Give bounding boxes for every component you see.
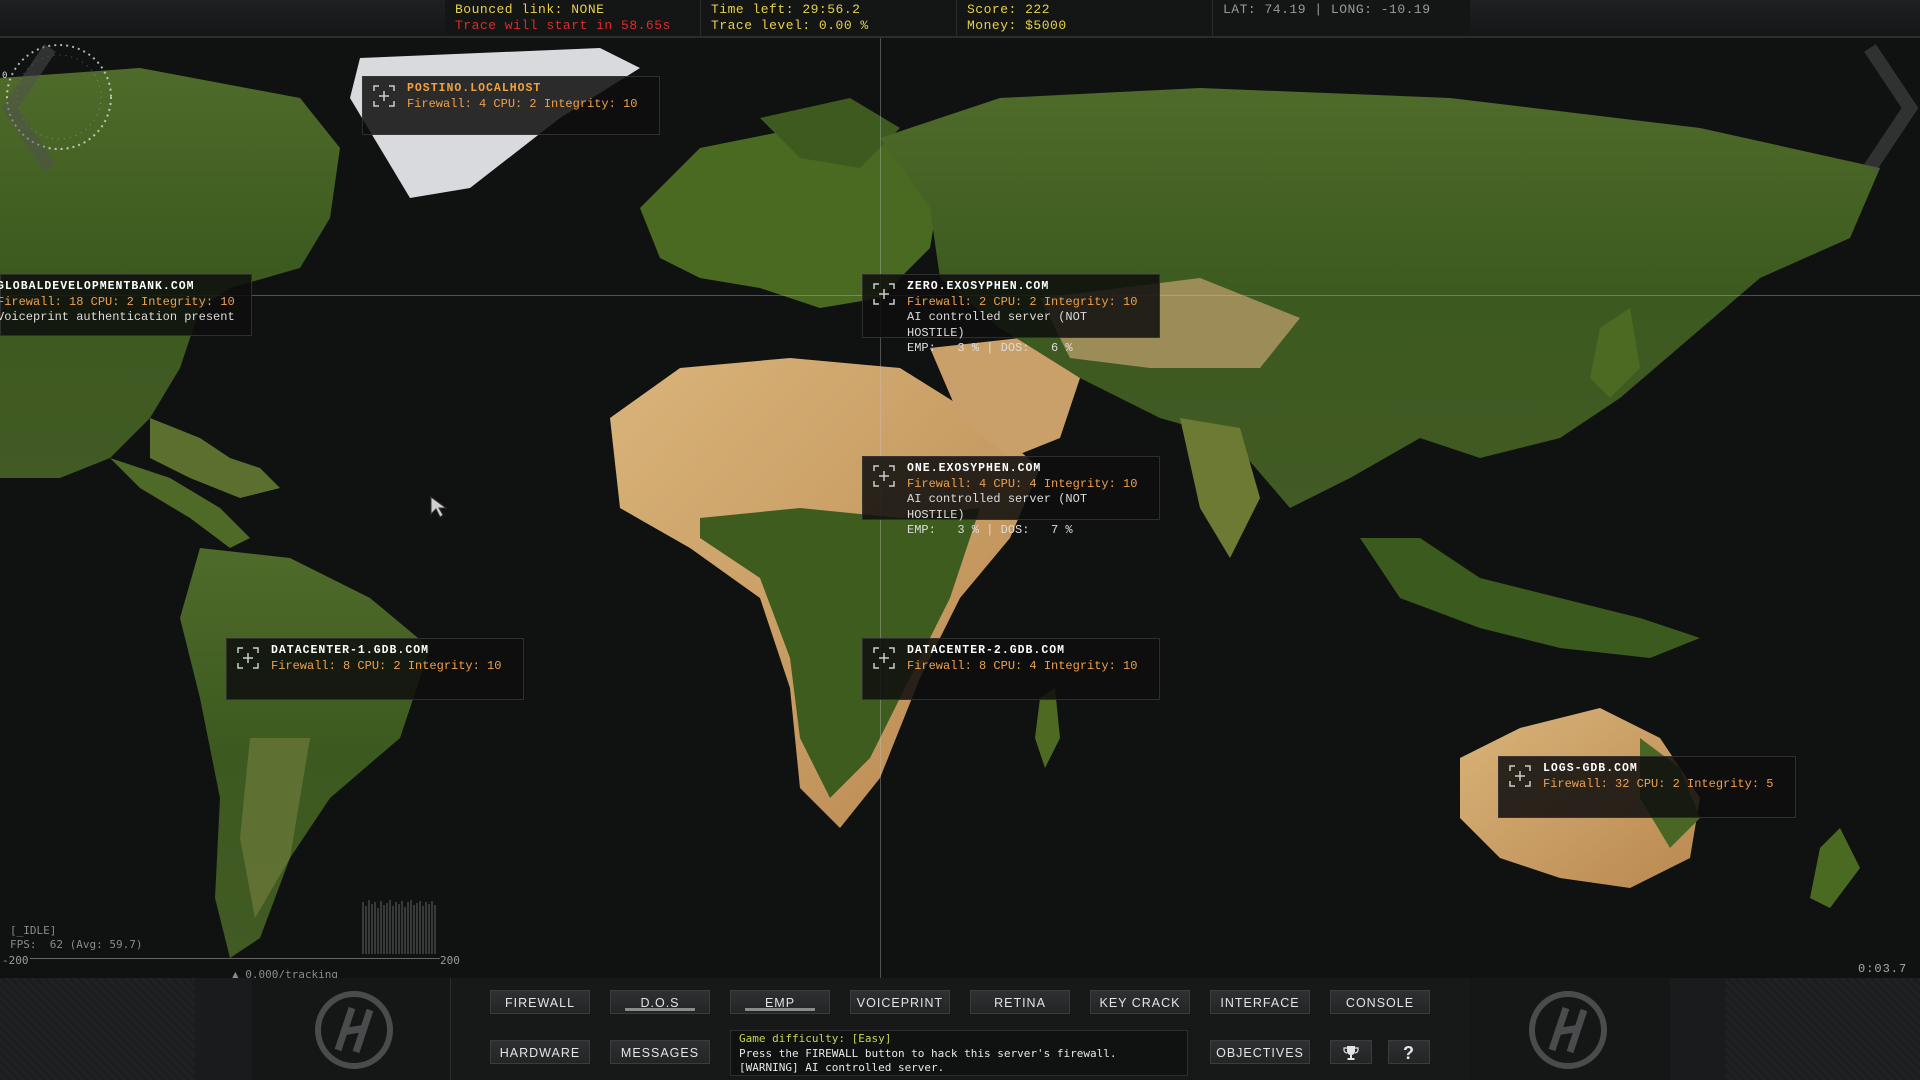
server-node-datacenter-2[interactable]: DATACENTER-2.GDB.COM Firewall: 8 CPU: 4 …: [862, 638, 1160, 700]
emp-progress-bar: [745, 1008, 815, 1011]
money-text: Money: $5000: [967, 18, 1067, 33]
right-logo-area: [1470, 978, 1670, 1080]
target-icon: [373, 85, 395, 107]
message-line-warning: [WARNING] AI controlled server.: [739, 1061, 945, 1074]
debug-overlay: [_IDLE] FPS: 62 (Avg: 59.7): [10, 924, 142, 952]
target-icon: [237, 647, 259, 669]
hardware-button[interactable]: HARDWARE: [490, 1040, 590, 1064]
server-node-logs-gdb[interactable]: LOGS-GDB.COM Firewall: 32 CPU: 2 Integri…: [1498, 756, 1796, 818]
target-icon: [873, 283, 895, 305]
right-arrow-icon[interactable]: [1860, 38, 1920, 178]
bounced-link-text: Bounced link: NONE: [455, 2, 605, 17]
retina-button[interactable]: RETINA: [970, 990, 1070, 1014]
message-log: Game difficulty: [Easy] Press the FIREWA…: [730, 1030, 1188, 1076]
messages-button[interactable]: MESSAGES: [610, 1040, 710, 1064]
score-text: Score: 222: [967, 2, 1051, 17]
left-logo-area: [252, 978, 452, 1080]
hacker-logo-icon: [1529, 991, 1607, 1069]
coords-text: LAT: 74.19 | LONG: -10.19: [1223, 2, 1431, 17]
server-name: GLOBALDEVELOPMENTBANK.COM: [0, 280, 195, 293]
server-name: POSTINO.LOCALHOST: [407, 82, 542, 95]
cursor-icon: [430, 496, 448, 518]
server-name: DATACENTER-2.GDB.COM: [907, 644, 1066, 657]
fps-counter: FPS: 62 (Avg: 59.7): [10, 938, 143, 951]
coords-cell: LAT: 74.19 | LONG: -10.19: [1213, 0, 1463, 36]
trace-level-text: Trace level: 0.00 %: [711, 18, 869, 33]
server-name: LOGS-GDB.COM: [1543, 762, 1638, 775]
dos-progress-bar: [625, 1008, 695, 1011]
ruler-max-label: 200: [440, 954, 460, 967]
help-button[interactable]: ?: [1388, 1040, 1430, 1064]
world-map[interactable]: 0 POSTINO.LOCALHOST Firewall: 4 CPU: 2 I…: [0, 38, 1920, 978]
server-node-postino[interactable]: POSTINO.LOCALHOST Firewall: 4 CPU: 2 Int…: [362, 76, 660, 135]
target-icon: [873, 465, 895, 487]
target-icon: [873, 647, 895, 669]
session-clock: 0:03.7: [1858, 962, 1908, 976]
score-cell: Score: 222 Money: $5000: [957, 0, 1213, 36]
trace-start-text: Trace will start in 58.65s: [455, 18, 671, 33]
server-attack-status: EMP: 3 % | DOS: 7 %: [907, 523, 1073, 537]
server-node-globaldevelopmentbank[interactable]: GLOBALDEVELOPMENTBANK.COM Firewall: 18 C…: [0, 274, 252, 336]
objectives-button[interactable]: OBJECTIVES: [1210, 1040, 1310, 1064]
time-left-text: Time left: 29:56.2: [711, 2, 861, 17]
right-wing: [1725, 978, 1920, 1080]
server-node-datacenter-1[interactable]: DATACENTER-1.GDB.COM Firewall: 8 CPU: 2 …: [226, 638, 524, 700]
server-info: AI controlled server (NOT HOSTILE): [907, 310, 1088, 340]
server-name: ONE.EXOSYPHEN.COM: [907, 462, 1042, 475]
link-cell: Bounced link: NONE Trace will start in 5…: [445, 0, 701, 36]
server-stats: Firewall: 4 CPU: 4 Integrity: 10: [907, 476, 1138, 491]
server-stats: Firewall: 2 CPU: 2 Integrity: 10: [907, 294, 1138, 309]
server-stats: Firewall: 8 CPU: 4 Integrity: 10: [907, 658, 1138, 673]
server-stats: Firewall: 8 CPU: 2 Integrity: 10: [271, 658, 502, 673]
emp-button[interactable]: EMP: [730, 990, 830, 1014]
console-button[interactable]: CONSOLE: [1330, 990, 1430, 1014]
target-icon: [1509, 765, 1531, 787]
trophy-icon: [1343, 1046, 1359, 1060]
time-cell: Time left: 29:56.2 Trace level: 0.00 %: [701, 0, 957, 36]
status-bar-panel: Bounced link: NONE Trace will start in 5…: [445, 0, 1470, 36]
voiceprint-button[interactable]: VOICEPRINT: [850, 990, 950, 1014]
server-node-one-exosyphen[interactable]: ONE.EXOSYPHEN.COM Firewall: 4 CPU: 4 Int…: [862, 456, 1160, 537]
key-crack-button[interactable]: KEY CRACK: [1090, 990, 1190, 1014]
achievements-button[interactable]: [1330, 1040, 1372, 1064]
fps-graph: [362, 900, 436, 954]
message-line-hint: Press the FIREWALL button to hack this s…: [739, 1046, 1117, 1060]
interface-button[interactable]: INTERFACE: [1210, 990, 1310, 1014]
ruler-min-label: -200: [2, 954, 29, 967]
server-stats: Firewall: 4 CPU: 2 Integrity: 10: [407, 96, 638, 111]
server-attack-status: EMP: 3 % | DOS: 6 %: [907, 341, 1073, 355]
server-name: ZERO.EXOSYPHEN.COM: [907, 280, 1050, 293]
hacker-logo-icon: [315, 991, 393, 1069]
server-info: AI controlled server (NOT HOSTILE): [907, 492, 1088, 522]
idle-status: [_IDLE]: [10, 924, 57, 937]
dos-button[interactable]: D.O.S: [610, 990, 710, 1014]
server-stats: Firewall: 32 CPU: 2 Integrity: 5: [1543, 776, 1774, 791]
server-node-zero-exosyphen[interactable]: ZERO.EXOSYPHEN.COM Firewall: 2 CPU: 2 In…: [862, 274, 1160, 355]
message-line-difficulty: Game difficulty: [Easy]: [739, 1032, 892, 1045]
left-arrow-icon[interactable]: [0, 38, 60, 178]
server-name: DATACENTER-1.GDB.COM: [271, 644, 430, 657]
left-wing: [0, 978, 195, 1080]
status-bar: Bounced link: NONE Trace will start in 5…: [0, 0, 1920, 38]
server-stats: Firewall: 18 CPU: 2 Integrity: 10: [0, 294, 235, 309]
server-info: Voiceprint authentication present: [0, 310, 235, 324]
firewall-button[interactable]: FIREWALL: [490, 990, 590, 1014]
